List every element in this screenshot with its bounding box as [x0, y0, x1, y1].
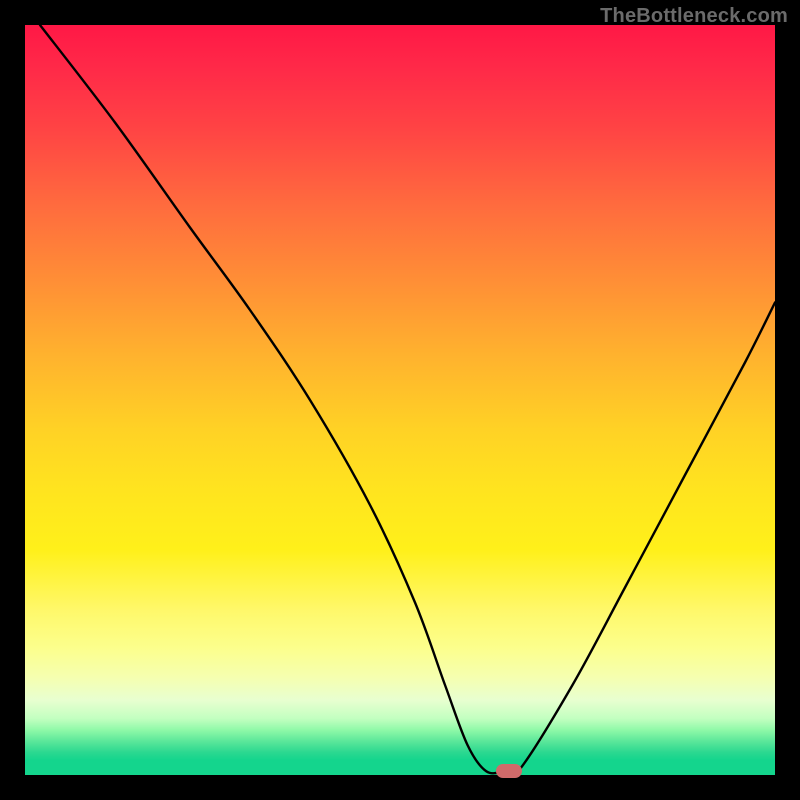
optimal-point-marker: [496, 764, 522, 778]
bottleneck-curve: [25, 25, 775, 775]
watermark-text: TheBottleneck.com: [600, 5, 788, 28]
chart-frame: TheBottleneck.com: [0, 0, 800, 800]
plot-area: [25, 25, 775, 775]
